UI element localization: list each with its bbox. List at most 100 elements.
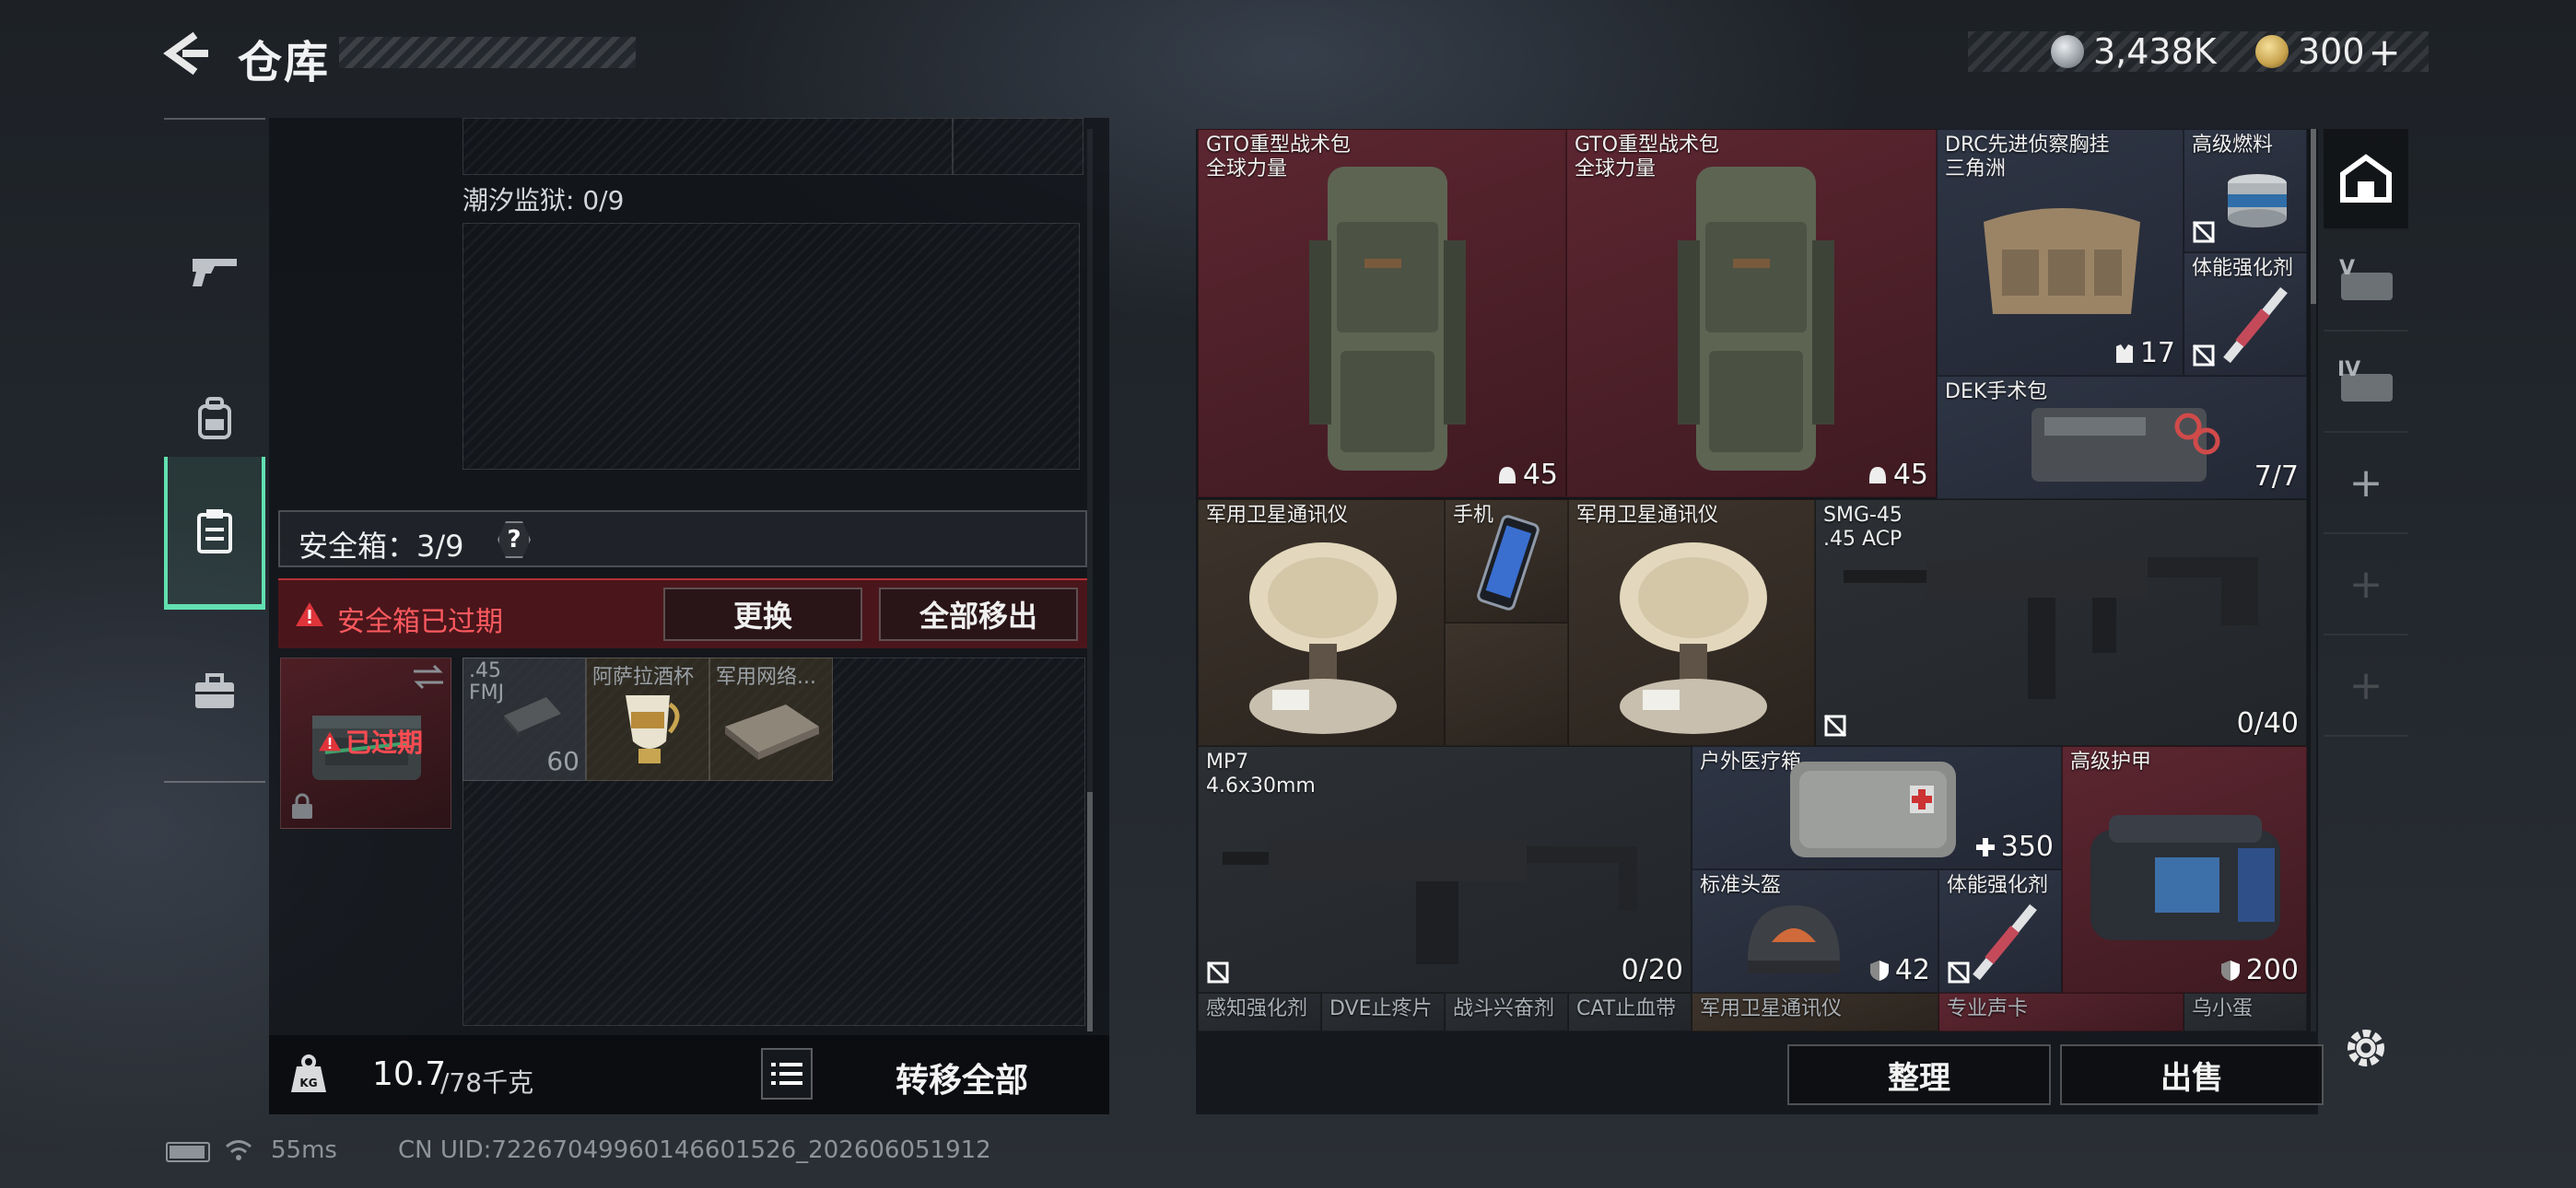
add-tab-button[interactable]: + (2324, 534, 2408, 635)
safe-item-name: 军用网络... (716, 666, 816, 689)
nav-weapon[interactable] (164, 221, 265, 322)
grid-slot[interactable] (953, 118, 1083, 175)
expired-case-tag: 已过期 (318, 723, 423, 760)
stash-item-medkit[interactable]: 户外医疗箱 350 (1692, 746, 2062, 869)
stash-item[interactable]: 军用卫星通讯仪 (1692, 993, 1938, 1031)
stash-item-gto-1[interactable]: GTO重型战术包 全球力量 45 (1198, 129, 1566, 497)
no-insure-icon (1823, 714, 1847, 738)
network-device-icon (725, 705, 819, 760)
stash-item-dek[interactable]: DEK手术包 7/7 (1937, 376, 2307, 499)
stash-item-fuel[interactable]: 高级燃料 (2184, 129, 2307, 252)
top-bar: 仓库 3,438K 300 + (0, 0, 2576, 111)
weight-icon: KG (291, 1054, 326, 1092)
tab-case-v[interactable]: V (2324, 230, 2408, 332)
transfer-all-button[interactable]: 转移全部 (896, 1054, 1028, 1101)
swap-icon[interactable] (412, 664, 445, 690)
remove-all-button[interactable]: 全部移出 (879, 588, 1078, 641)
expired-safe-case[interactable]: 已过期 (280, 658, 451, 829)
stash-empty-slot[interactable] (1445, 623, 1568, 746)
helmet-icon (1498, 466, 1516, 483)
stash-item-satcom-2[interactable]: 军用卫星通讯仪 (1568, 499, 1815, 746)
replace-button[interactable]: 更换 (663, 588, 862, 641)
stash-item-smg45[interactable]: SMG-45 .45 ACP 0/40 (1815, 499, 2307, 746)
item-name: 体能强化剂 (2192, 257, 2294, 280)
stash-item-mp7[interactable]: MP7 4.6x30mm 0/20 (1198, 746, 1692, 993)
tier-v-case-icon: V (2339, 257, 2393, 300)
stash-item[interactable]: DVE止疼片 (1321, 993, 1445, 1031)
expired-case-label: 已过期 (345, 728, 424, 758)
safe-item-ammo[interactable]: .45 FMJ 60 (463, 658, 586, 781)
tide-prison-grid[interactable] (463, 223, 1080, 470)
nav-gear[interactable] (164, 368, 265, 470)
weight-total: /78千克 (440, 1067, 534, 1098)
back-arrow-icon[interactable] (162, 31, 210, 76)
add-icon: + (2348, 459, 2383, 507)
gold-coin-icon (2255, 35, 2289, 68)
helmet-icon (1868, 466, 1886, 483)
tide-prison-label: 潮汐监狱: 0/9 (463, 185, 625, 215)
item-name: MP7 4.6x30mm (1206, 751, 1316, 798)
settings-button[interactable] (2342, 1024, 2390, 1072)
list-view-button[interactable] (761, 1048, 813, 1100)
list-icon (771, 1063, 802, 1085)
tab-main-stash[interactable] (2324, 129, 2408, 230)
stash-item-phone[interactable]: 手机 (1445, 499, 1568, 623)
add-icon: + (2348, 560, 2383, 608)
item-name: 高级护甲 (2070, 751, 2152, 774)
sort-button[interactable]: 整理 (1787, 1044, 2051, 1105)
item-name: 高级燃料 (2192, 134, 2274, 157)
item-name: 军用卫星通讯仪 (1576, 504, 1719, 527)
syringe-icon (2223, 286, 2288, 364)
nav-container[interactable] (164, 457, 265, 610)
safe-item-goblet[interactable]: 阿萨拉酒杯 (586, 658, 709, 781)
plus-icon (1975, 837, 1995, 856)
sell-button[interactable]: 出售 (2060, 1044, 2324, 1105)
item-durability: 42 (1869, 954, 1930, 986)
gear-icon (2348, 1030, 2384, 1066)
add-tab-button[interactable]: + (2324, 635, 2408, 737)
item-capacity: 45 (1868, 459, 1928, 491)
no-insure-icon (2192, 220, 2216, 244)
stash-item[interactable]: CAT止血带 (1568, 993, 1692, 1031)
item-name: 军用卫星通讯仪 (1206, 504, 1349, 527)
pistol-icon (193, 259, 237, 286)
stash-item-satcom-1[interactable]: 军用卫星通讯仪 (1198, 499, 1445, 746)
no-insure-icon (2192, 344, 2216, 367)
side-nav (164, 118, 265, 783)
add-currency-icon[interactable]: + (2369, 29, 2401, 75)
stash-item[interactable]: 感知强化剂 (1198, 993, 1321, 1031)
tab-case-iv[interactable]: IV (2324, 332, 2408, 433)
wifi-icon (226, 1140, 252, 1160)
stash-tabs: V IV + + + (2324, 129, 2408, 1031)
help-icon[interactable]: ? (498, 521, 531, 558)
backpack-icon (1678, 167, 1834, 471)
ping-text: 55ms (271, 1136, 337, 1164)
weight-value: 10.7 (372, 1055, 447, 1093)
helmet-icon (1748, 905, 1840, 973)
phone-icon (1477, 515, 1540, 611)
svg-text:IV: IV (2337, 358, 2360, 381)
scrollbar-thumb[interactable] (1087, 792, 1093, 1031)
stash-item-drc[interactable]: DRC先进侦察胸挂 三角洲 17 (1937, 129, 2184, 376)
stash-item-gto-2[interactable]: GTO重型战术包 全球力量 45 (1566, 129, 1937, 497)
stash-item[interactable]: 战斗兴奋剂 (1445, 993, 1568, 1031)
satellite-dish-icon (1249, 542, 1397, 734)
grid-slot[interactable] (463, 118, 953, 175)
stash-item-helmet[interactable]: 标准头盔 42 (1692, 869, 1938, 993)
stash-item-armor[interactable]: 高级护甲 200 (2062, 746, 2307, 993)
weight-bar: KG 10.7 /78千克 转移全部 (269, 1035, 1109, 1114)
stash-item-stim-1[interactable]: 体能强化剂 (2184, 252, 2307, 376)
stash-scrollbar-thumb[interactable] (2311, 129, 2316, 304)
currency-gold[interactable]: 300 + (2255, 29, 2401, 75)
stash-item[interactable]: 专业声卡 (1938, 993, 2184, 1031)
stash-item-stim-2[interactable]: 体能强化剂 (1938, 869, 2062, 993)
add-tab-button[interactable]: + (2324, 433, 2408, 534)
satellite-dish-icon (1620, 542, 1767, 734)
stash-item[interactable]: 乌小蛋 (2184, 993, 2307, 1031)
backpack-icon (198, 397, 231, 439)
safe-item-network[interactable]: 军用网络... (709, 658, 833, 781)
home-icon (2340, 154, 2392, 203)
shield-icon (1869, 960, 1889, 981)
safe-box-label: 安全箱：3/9 (299, 529, 464, 564)
nav-case[interactable] (164, 641, 265, 742)
